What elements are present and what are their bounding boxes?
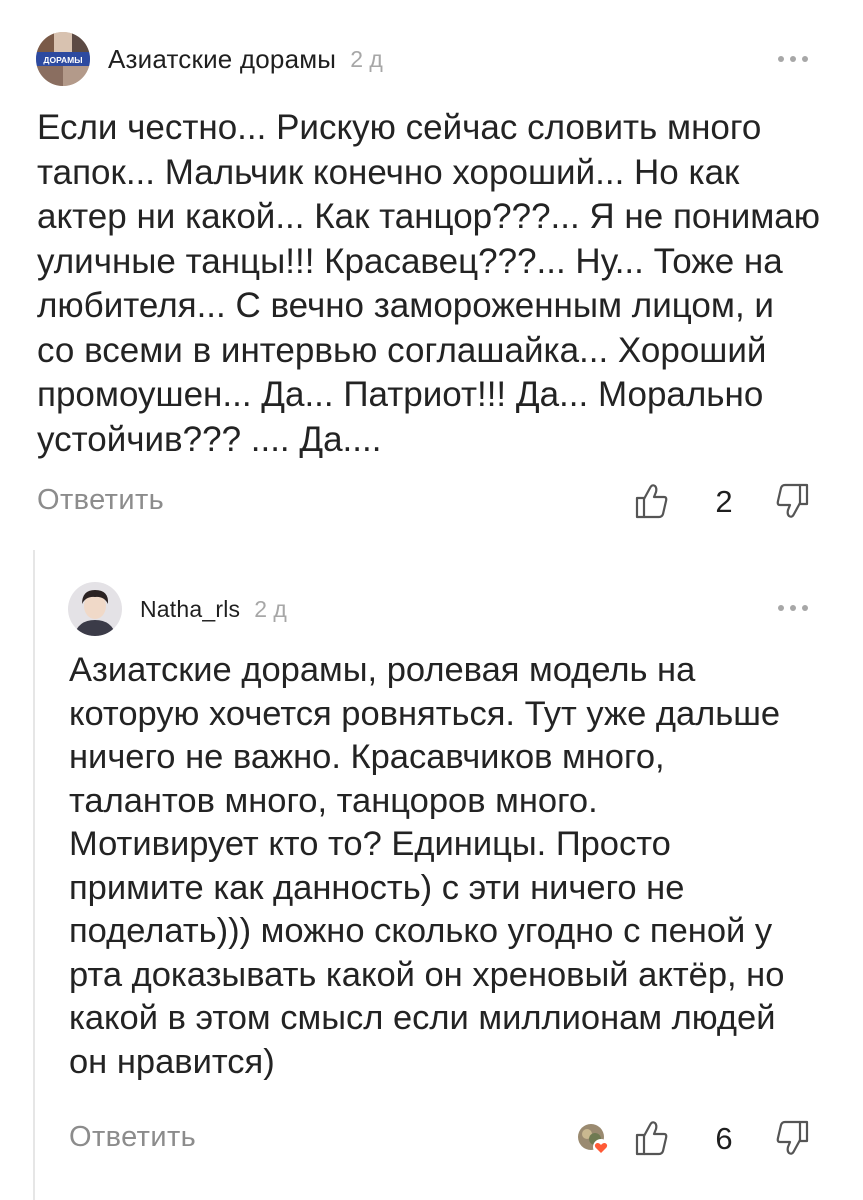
thumb-up-icon[interactable] <box>635 482 669 520</box>
avatar-label: ДОРАМЫ <box>43 55 82 65</box>
thumb-up-icon[interactable] <box>635 1119 669 1157</box>
comment-time: 2 д <box>254 595 287 622</box>
reply-button[interactable]: Ответить <box>37 484 164 517</box>
comment: ДОРАМЫ Азиатские дорамы 2 д Если честно.… <box>0 0 863 540</box>
comment-header: ДОРАМЫ Азиатские дорамы 2 д <box>36 30 383 88</box>
avatar[interactable]: ДОРАМЫ <box>36 32 90 86</box>
comment-author[interactable]: Азиатские дорамы <box>108 44 336 75</box>
reply-comment: Natha_rls 2 д Азиатские дорамы, ролевая … <box>0 550 863 1200</box>
comment-header: Natha_rls 2 д <box>68 580 287 638</box>
thread-line <box>33 550 35 1200</box>
comment-author[interactable]: Natha_rls <box>140 596 240 623</box>
comment-text: Если честно... Рискую сейчас словить мно… <box>37 108 821 459</box>
like-count: 6 <box>715 1121 733 1156</box>
heart-reaction-icon[interactable] <box>577 1123 610 1156</box>
like-count: 2 <box>715 484 733 519</box>
comment-text: Азиатские дорамы, ролевая модель на кото… <box>69 651 785 1081</box>
thumb-down-icon[interactable] <box>775 482 809 520</box>
more-horizontal-icon[interactable] <box>778 55 808 63</box>
comment-footer: Ответить 2 <box>0 478 863 528</box>
comment-footer: Ответить 6 <box>0 1115 863 1165</box>
more-horizontal-icon[interactable] <box>778 604 808 612</box>
comment-time: 2 д <box>350 45 383 72</box>
thumb-down-icon[interactable] <box>775 1119 809 1157</box>
reply-button[interactable]: Ответить <box>69 1121 196 1154</box>
avatar[interactable] <box>68 582 122 636</box>
